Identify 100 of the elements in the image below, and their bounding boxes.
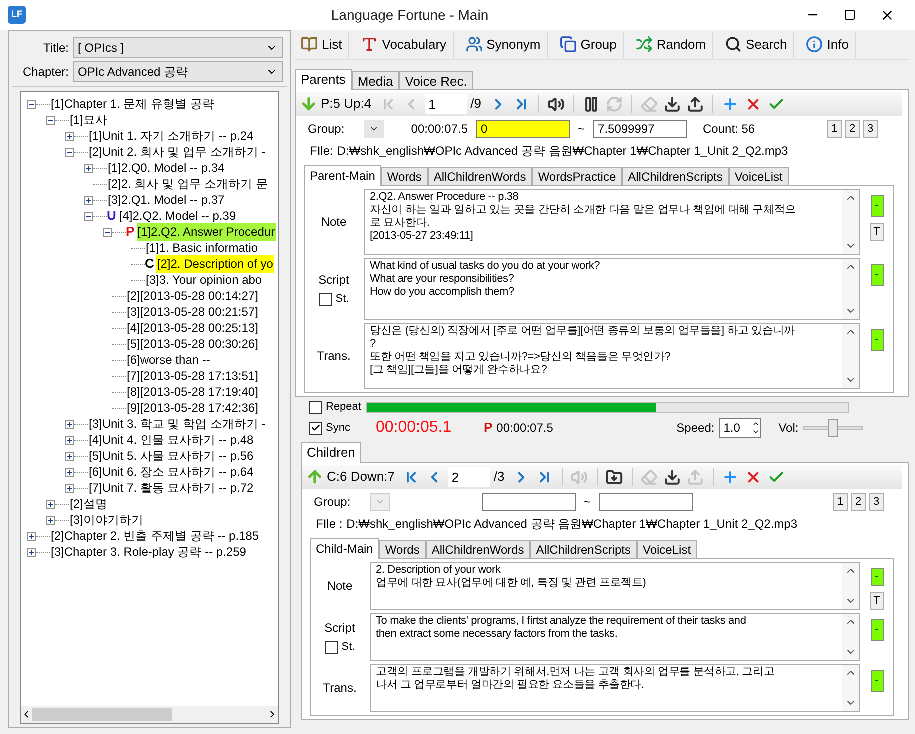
text-area[interactable]: 2. Description of your work 업무에 대한 묘사(업무에 대한 예, 특징 및 관련 프로젝트) <box>370 562 860 610</box>
tab[interactable]: WordsPractice <box>532 167 622 185</box>
text-button[interactable]: T <box>870 592 884 610</box>
tree-item[interactable]: [7]Unit 7. 활동 묘사하기 -- p.72 <box>88 479 255 497</box>
text-area[interactable]: To make the clients' programs, I firtst analyze the requirement of their tasks and then extract some necessary factors from the tasks. <box>370 613 860 661</box>
tab[interactable]: Parent-Main <box>304 165 382 186</box>
title-dropdown[interactable]: [ OPIcs ] <box>73 37 283 58</box>
tab[interactable]: Parents <box>295 69 352 90</box>
collapse-icon[interactable] <box>27 100 36 108</box>
tab[interactable]: VoiceList <box>728 167 789 185</box>
text-area[interactable]: 2.Q2. Answer Procedure -- p.38 자신이 하는 일과 일하고 있는 곳을 간단히 소개한 다음 맡은 업무나 책임에 대해 구체적으 로 묘사한다. [2013-05-27 23:49:11] <box>364 189 860 255</box>
tree-item[interactable]: [4][2013-05-28 00:25:13] <box>126 319 260 337</box>
collapse-icon[interactable] <box>46 116 55 124</box>
tree-item[interactable]: [1]2.Q2. Answer Procedur <box>136 223 276 241</box>
expand-icon[interactable] <box>65 436 74 444</box>
collapse-icon[interactable] <box>84 212 93 220</box>
tree-item[interactable]: [1]묘사 <box>69 111 108 129</box>
page-field[interactable]: 2 <box>448 467 490 487</box>
scrollbar[interactable] <box>842 259 859 319</box>
number-button[interactable]: 1 <box>827 120 842 138</box>
toggle-button[interactable]: - <box>870 195 884 217</box>
scrollbar[interactable] <box>842 190 859 254</box>
tree-item[interactable]: [1]Unit 1. 자기 소개하기 -- p.24 <box>88 127 255 145</box>
tree-item[interactable]: [3]이야기하기 <box>69 511 144 529</box>
tree-item[interactable]: [3]Unit 3. 학교 및 학업 소개하기 - <box>88 415 267 433</box>
tree-item[interactable]: [8][2013-05-28 17:19:40] <box>126 383 260 401</box>
expand-icon[interactable] <box>65 468 74 476</box>
scrollbar[interactable] <box>842 665 859 711</box>
tree-item[interactable]: [3][2013-05-28 00:21:57] <box>126 303 260 321</box>
tree-item[interactable]: [3]3. Your opinion abo <box>145 271 264 289</box>
tab[interactable]: Children <box>301 442 362 463</box>
scroll-thumb[interactable] <box>32 708 172 721</box>
chapter-dropdown[interactable]: OPIc Advanced 공략 <box>73 61 283 82</box>
start-field[interactable]: 0 <box>476 120 570 138</box>
expand-icon[interactable] <box>27 532 36 540</box>
tree-item[interactable]: [2]2. 회사 및 업무 소개하기 문 <box>107 175 270 193</box>
tab[interactable]: AllChildrenWords <box>428 167 532 185</box>
toggle-button[interactable]: - <box>870 329 884 351</box>
sync-checkbox[interactable] <box>309 422 322 434</box>
maximize-icon[interactable] <box>844 9 856 21</box>
tree-item[interactable]: [2]설명 <box>69 495 108 513</box>
toolbar-button[interactable]: Group <box>554 32 624 58</box>
download-button[interactable] <box>662 467 683 487</box>
toolbar-button[interactable]: Random <box>630 32 714 58</box>
expand-icon[interactable] <box>46 500 55 508</box>
tree-item[interactable]: [5]Unit 5. 사물 묘사하기 -- p.56 <box>88 447 255 465</box>
expand-icon[interactable] <box>84 196 93 204</box>
tab[interactable]: Words <box>381 167 428 185</box>
expand-icon[interactable] <box>46 516 55 524</box>
upload-button[interactable] <box>685 94 706 114</box>
tree-item[interactable]: [9][2013-05-28 17:42:36] <box>126 399 260 417</box>
volume-slider[interactable] <box>802 419 863 437</box>
spin-down-icon[interactable] <box>752 428 760 436</box>
tab[interactable]: AllChildrenScripts <box>622 167 729 185</box>
tree-item[interactable]: [7][2013-05-28 17:13:51] <box>126 367 260 385</box>
tab[interactable]: AllChildrenScripts <box>530 540 637 558</box>
tab[interactable]: Words <box>379 540 426 558</box>
expand-icon[interactable] <box>65 452 74 460</box>
scrollbar[interactable] <box>842 614 859 660</box>
number-button[interactable]: 3 <box>863 120 878 138</box>
scrollbar[interactable] <box>842 324 859 388</box>
speed-spinner[interactable]: 1.0 <box>718 418 761 438</box>
tree-item[interactable]: [2]Unit 2. 회사 및 업무 소개하기 - <box>88 143 267 161</box>
toggle-button[interactable]: - <box>870 619 884 641</box>
tree-item[interactable]: [5][2013-05-28 00:30:26] <box>126 335 260 353</box>
collapse-icon[interactable] <box>65 148 74 156</box>
toolbar-button[interactable]: List <box>295 32 350 58</box>
page-field[interactable]: 1 <box>424 94 467 114</box>
tree-item[interactable]: [2]2. Description of yo <box>156 255 274 273</box>
tree-item[interactable]: [1]Chapter 1. 문제 유형별 공략 <box>50 95 216 113</box>
tree-item[interactable]: [4]2.Q2. Model -- p.39 <box>118 207 238 225</box>
tree-item[interactable]: [2][2013-05-28 00:14:27] <box>126 287 260 305</box>
tree-item[interactable]: [3]2.Q1. Model -- p.37 <box>107 191 226 209</box>
expand-icon[interactable] <box>65 484 74 492</box>
spin-up-icon[interactable] <box>752 420 760 428</box>
toolbar-button[interactable]: Vocabulary <box>355 32 454 58</box>
toggle-button[interactable]: - <box>870 264 884 286</box>
tab[interactable]: AllChildrenWords <box>426 540 530 558</box>
tab[interactable]: Child-Main <box>310 538 380 559</box>
tab[interactable]: VoiceList <box>637 540 698 558</box>
folder-download-button[interactable] <box>604 467 625 487</box>
checkbox[interactable] <box>324 640 338 654</box>
expand-icon[interactable] <box>65 420 74 428</box>
volume-thumb[interactable] <box>828 419 838 437</box>
tree-item[interactable]: [3]Chapter 3. Role-play 공략 -- p.259 <box>50 543 248 561</box>
horizontal-scrollbar[interactable] <box>21 706 278 723</box>
tree-item[interactable]: [1]1. Basic informatio <box>145 239 260 257</box>
tree-item[interactable]: [4]Unit 4. 인물 묘사하기 -- p.48 <box>88 431 255 449</box>
number-button[interactable]: 2 <box>845 120 860 138</box>
expand-icon[interactable] <box>65 132 74 140</box>
toggle-button[interactable]: - <box>870 670 884 692</box>
expand-icon[interactable] <box>84 164 93 172</box>
tab[interactable]: Voice Rec. <box>399 71 474 89</box>
toolbar-button[interactable]: Info <box>800 32 856 58</box>
scrollbar[interactable] <box>842 563 859 609</box>
repeat-checkbox[interactable] <box>309 400 322 414</box>
checkbox[interactable] <box>318 292 332 306</box>
tab[interactable]: Media <box>352 71 400 89</box>
tree-item[interactable]: [1]2.Q0. Model -- p.34 <box>107 159 226 177</box>
tree-item[interactable]: [6]Unit 6. 장소 묘사하기 -- p.64 <box>88 463 255 481</box>
